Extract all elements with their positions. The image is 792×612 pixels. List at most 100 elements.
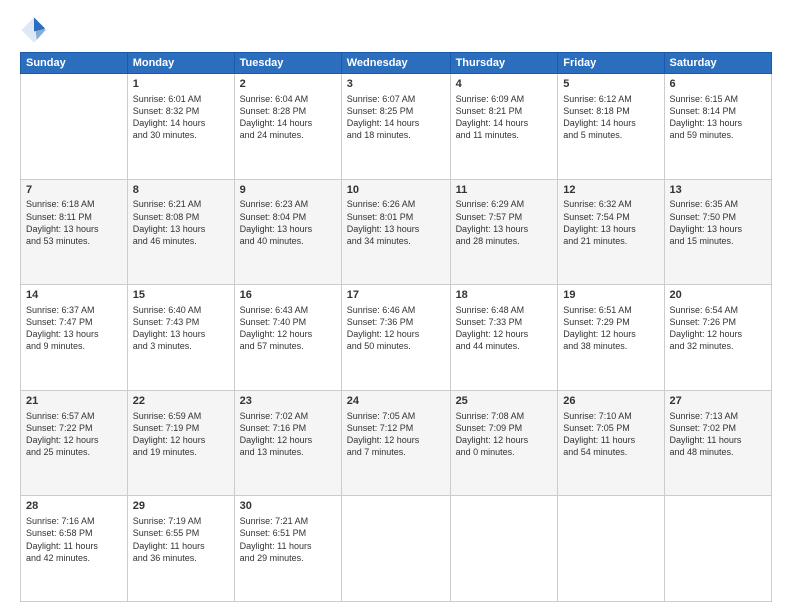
day-number: 10 bbox=[347, 183, 445, 198]
day-info-line: Daylight: 12 hours bbox=[456, 434, 553, 446]
day-info-line: Sunrise: 7:02 AM bbox=[240, 410, 336, 422]
day-info-line: Sunrise: 6:23 AM bbox=[240, 198, 336, 210]
day-info-line: Sunrise: 6:09 AM bbox=[456, 93, 553, 105]
day-number: 20 bbox=[670, 288, 767, 303]
day-info-line: Sunset: 7:09 PM bbox=[456, 422, 553, 434]
header-cell-tuesday: Tuesday bbox=[234, 53, 341, 74]
day-info-line: Sunrise: 6:54 AM bbox=[670, 304, 767, 316]
day-info-line: Sunset: 6:55 PM bbox=[133, 527, 229, 539]
calendar-cell bbox=[558, 496, 664, 602]
day-number: 16 bbox=[240, 288, 336, 303]
day-info-line: Daylight: 12 hours bbox=[456, 328, 553, 340]
day-info-line: Daylight: 13 hours bbox=[240, 223, 336, 235]
day-number: 25 bbox=[456, 394, 553, 409]
day-info-line: and 48 minutes. bbox=[670, 446, 767, 458]
day-info-line: and 0 minutes. bbox=[456, 446, 553, 458]
day-info-line: Sunrise: 6:57 AM bbox=[26, 410, 122, 422]
calendar-cell: 19Sunrise: 6:51 AMSunset: 7:29 PMDayligh… bbox=[558, 285, 664, 391]
calendar-cell: 30Sunrise: 7:21 AMSunset: 6:51 PMDayligh… bbox=[234, 496, 341, 602]
calendar-cell: 13Sunrise: 6:35 AMSunset: 7:50 PMDayligh… bbox=[664, 179, 772, 285]
day-number: 17 bbox=[347, 288, 445, 303]
day-number: 14 bbox=[26, 288, 122, 303]
day-number: 24 bbox=[347, 394, 445, 409]
day-info-line: Sunset: 7:50 PM bbox=[670, 211, 767, 223]
day-info-line: and 19 minutes. bbox=[133, 446, 229, 458]
day-info-line: Daylight: 12 hours bbox=[670, 328, 767, 340]
day-info-line: Daylight: 13 hours bbox=[563, 223, 658, 235]
day-info-line: and 36 minutes. bbox=[133, 552, 229, 564]
header-cell-sunday: Sunday bbox=[21, 53, 128, 74]
calendar-cell: 16Sunrise: 6:43 AMSunset: 7:40 PMDayligh… bbox=[234, 285, 341, 391]
day-info-line: and 21 minutes. bbox=[563, 235, 658, 247]
calendar-cell: 20Sunrise: 6:54 AMSunset: 7:26 PMDayligh… bbox=[664, 285, 772, 391]
day-number: 22 bbox=[133, 394, 229, 409]
day-info-line: Sunset: 7:36 PM bbox=[347, 316, 445, 328]
day-info-line: Sunrise: 7:13 AM bbox=[670, 410, 767, 422]
calendar-cell: 21Sunrise: 6:57 AMSunset: 7:22 PMDayligh… bbox=[21, 390, 128, 496]
day-number: 13 bbox=[670, 183, 767, 198]
calendar-cell: 10Sunrise: 6:26 AMSunset: 8:01 PMDayligh… bbox=[341, 179, 450, 285]
day-info-line: Daylight: 14 hours bbox=[347, 117, 445, 129]
calendar-cell: 7Sunrise: 6:18 AMSunset: 8:11 PMDaylight… bbox=[21, 179, 128, 285]
day-info-line: Sunset: 6:51 PM bbox=[240, 527, 336, 539]
day-info-line: Sunrise: 7:21 AM bbox=[240, 515, 336, 527]
day-info-line: Sunrise: 7:19 AM bbox=[133, 515, 229, 527]
day-info-line: Sunset: 8:01 PM bbox=[347, 211, 445, 223]
day-info-line: and 46 minutes. bbox=[133, 235, 229, 247]
calendar-cell bbox=[664, 496, 772, 602]
day-info-line: Sunrise: 6:29 AM bbox=[456, 198, 553, 210]
day-number: 2 bbox=[240, 77, 336, 92]
day-info-line: Sunset: 7:47 PM bbox=[26, 316, 122, 328]
day-info-line: and 24 minutes. bbox=[240, 129, 336, 141]
day-number: 19 bbox=[563, 288, 658, 303]
day-info-line: Sunrise: 6:51 AM bbox=[563, 304, 658, 316]
day-info-line: and 28 minutes. bbox=[456, 235, 553, 247]
day-number: 23 bbox=[240, 394, 336, 409]
day-info-line: and 42 minutes. bbox=[26, 552, 122, 564]
day-info-line: Sunrise: 6:01 AM bbox=[133, 93, 229, 105]
day-info-line: Sunset: 8:18 PM bbox=[563, 105, 658, 117]
day-info-line: Sunset: 8:28 PM bbox=[240, 105, 336, 117]
day-info-line: Sunset: 7:43 PM bbox=[133, 316, 229, 328]
day-info-line: Sunset: 7:33 PM bbox=[456, 316, 553, 328]
day-number: 29 bbox=[133, 499, 229, 514]
day-number: 8 bbox=[133, 183, 229, 198]
day-info-line: Daylight: 13 hours bbox=[133, 223, 229, 235]
day-info-line: Sunset: 7:02 PM bbox=[670, 422, 767, 434]
day-info-line: Sunrise: 6:26 AM bbox=[347, 198, 445, 210]
day-info-line: Sunset: 7:29 PM bbox=[563, 316, 658, 328]
calendar-cell: 4Sunrise: 6:09 AMSunset: 8:21 PMDaylight… bbox=[450, 74, 558, 180]
day-info-line: Sunset: 7:12 PM bbox=[347, 422, 445, 434]
week-row-4: 21Sunrise: 6:57 AMSunset: 7:22 PMDayligh… bbox=[21, 390, 772, 496]
day-info-line: Daylight: 13 hours bbox=[347, 223, 445, 235]
day-info-line: Daylight: 12 hours bbox=[240, 328, 336, 340]
day-info-line: and 44 minutes. bbox=[456, 340, 553, 352]
header-cell-wednesday: Wednesday bbox=[341, 53, 450, 74]
day-info-line: Daylight: 11 hours bbox=[563, 434, 658, 446]
day-info-line: Sunset: 7:26 PM bbox=[670, 316, 767, 328]
calendar-cell bbox=[21, 74, 128, 180]
day-info-line: Sunset: 7:05 PM bbox=[563, 422, 658, 434]
calendar-cell: 28Sunrise: 7:16 AMSunset: 6:58 PMDayligh… bbox=[21, 496, 128, 602]
day-info-line: Sunrise: 6:32 AM bbox=[563, 198, 658, 210]
calendar-cell: 23Sunrise: 7:02 AMSunset: 7:16 PMDayligh… bbox=[234, 390, 341, 496]
day-info-line: Sunset: 8:08 PM bbox=[133, 211, 229, 223]
day-info-line: Sunrise: 6:35 AM bbox=[670, 198, 767, 210]
day-info-line: Daylight: 14 hours bbox=[456, 117, 553, 129]
day-info-line: Sunrise: 6:37 AM bbox=[26, 304, 122, 316]
day-info-line: Sunrise: 6:48 AM bbox=[456, 304, 553, 316]
calendar-cell: 9Sunrise: 6:23 AMSunset: 8:04 PMDaylight… bbox=[234, 179, 341, 285]
day-info-line: Sunset: 8:32 PM bbox=[133, 105, 229, 117]
calendar-cell: 12Sunrise: 6:32 AMSunset: 7:54 PMDayligh… bbox=[558, 179, 664, 285]
logo bbox=[20, 16, 52, 44]
day-info-line: and 40 minutes. bbox=[240, 235, 336, 247]
logo-icon bbox=[20, 16, 48, 44]
day-info-line: Sunrise: 7:10 AM bbox=[563, 410, 658, 422]
day-info-line: and 34 minutes. bbox=[347, 235, 445, 247]
day-info-line: Sunset: 8:14 PM bbox=[670, 105, 767, 117]
calendar-cell: 11Sunrise: 6:29 AMSunset: 7:57 PMDayligh… bbox=[450, 179, 558, 285]
day-info-line: and 50 minutes. bbox=[347, 340, 445, 352]
header-cell-friday: Friday bbox=[558, 53, 664, 74]
calendar-cell: 5Sunrise: 6:12 AMSunset: 8:18 PMDaylight… bbox=[558, 74, 664, 180]
day-info-line: Daylight: 12 hours bbox=[347, 328, 445, 340]
